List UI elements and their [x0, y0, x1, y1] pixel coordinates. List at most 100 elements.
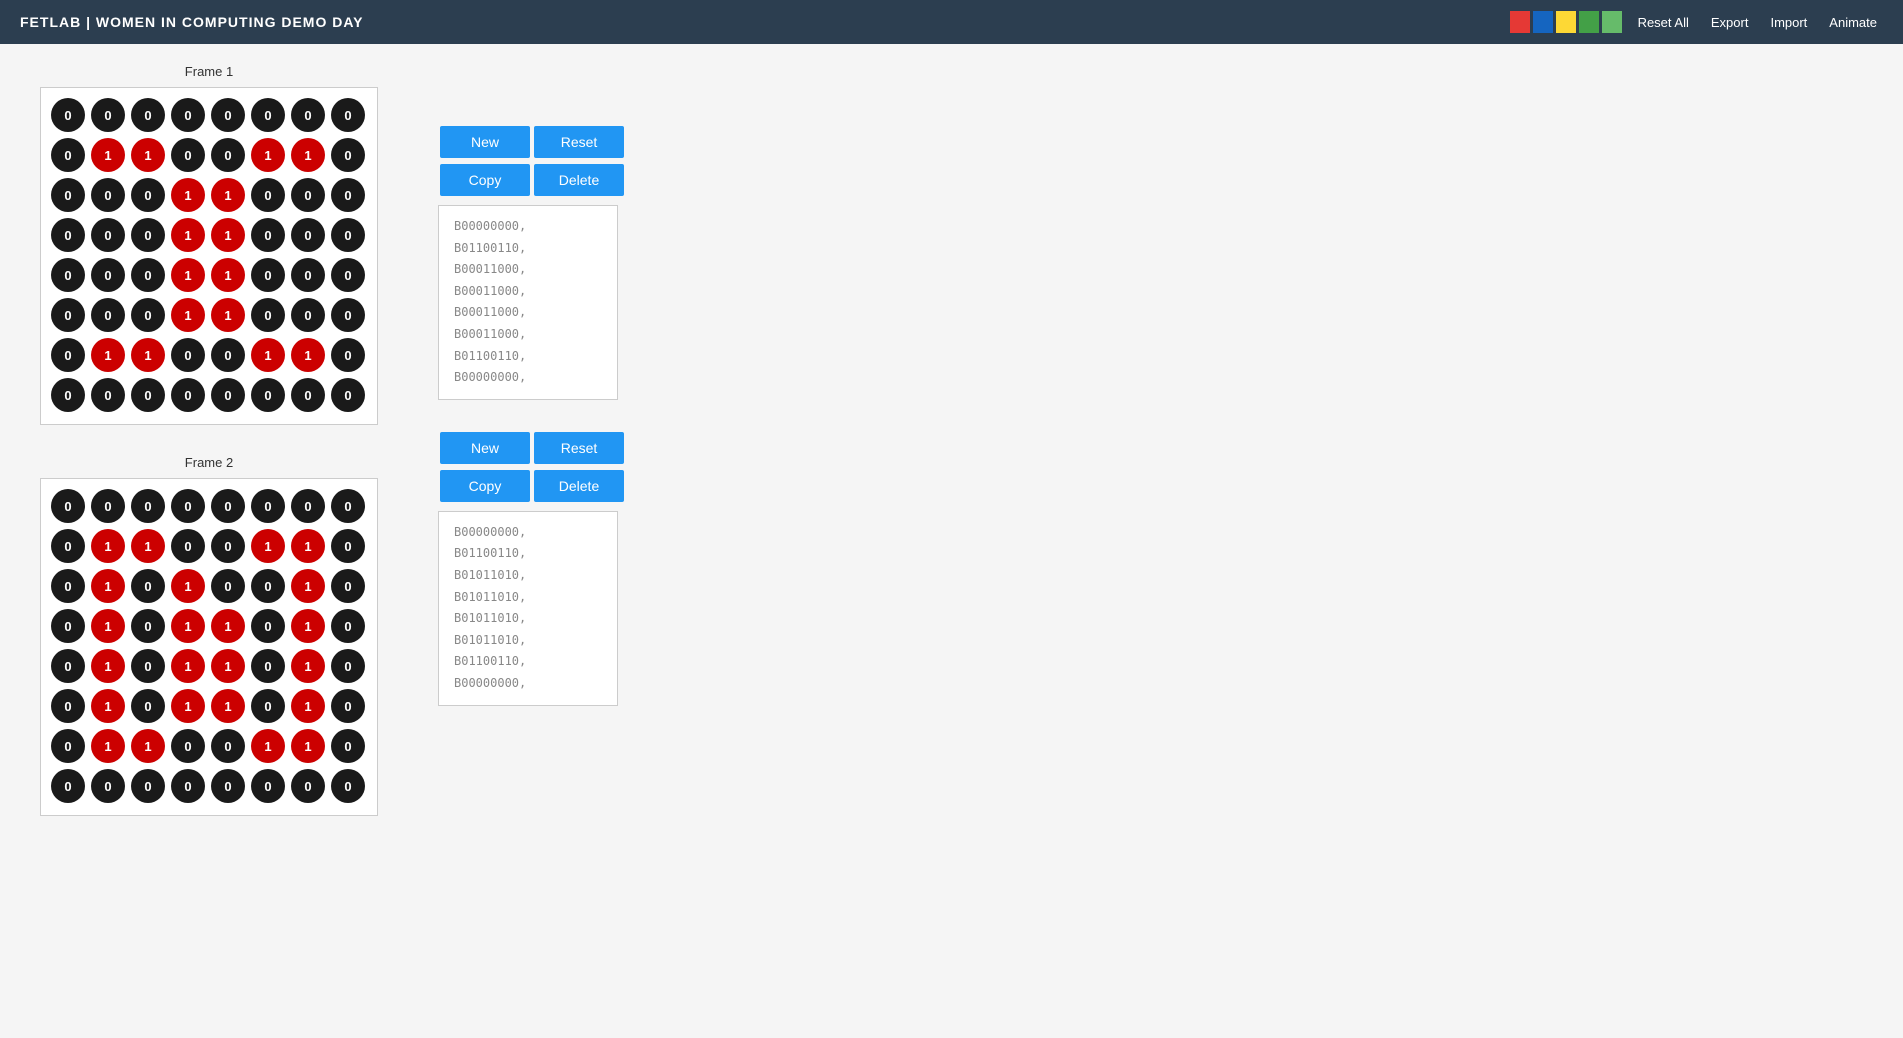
new-button-f1[interactable]: New — [440, 126, 530, 158]
dot-r4-c2-f1[interactable]: 0 — [131, 258, 165, 292]
dot-r2-c0-f2[interactable]: 0 — [51, 569, 85, 603]
dot-r5-c2-f1[interactable]: 0 — [131, 298, 165, 332]
dot-r6-c3-f1[interactable]: 0 — [171, 338, 205, 372]
dot-r5-c5-f2[interactable]: 0 — [251, 689, 285, 723]
color-indicator-1[interactable] — [1533, 11, 1553, 33]
dot-r2-c3-f1[interactable]: 1 — [171, 178, 205, 212]
copy-button-f1[interactable]: Copy — [440, 164, 530, 196]
dot-r0-c7-f1[interactable]: 0 — [331, 98, 365, 132]
dot-r0-c3-f2[interactable]: 0 — [171, 489, 205, 523]
reset-all-button[interactable]: Reset All — [1632, 13, 1695, 32]
dot-r4-c6-f2[interactable]: 1 — [291, 649, 325, 683]
dot-r5-c0-f2[interactable]: 0 — [51, 689, 85, 723]
color-indicator-0[interactable] — [1510, 11, 1530, 33]
dot-r3-c7-f1[interactable]: 0 — [331, 218, 365, 252]
dot-r3-c5-f1[interactable]: 0 — [251, 218, 285, 252]
dot-r3-c3-f1[interactable]: 1 — [171, 218, 205, 252]
dot-r3-c5-f2[interactable]: 0 — [251, 609, 285, 643]
dot-r1-c1-f1[interactable]: 1 — [91, 138, 125, 172]
dot-r2-c6-f2[interactable]: 1 — [291, 569, 325, 603]
dot-r1-c7-f1[interactable]: 0 — [331, 138, 365, 172]
dot-r2-c0-f1[interactable]: 0 — [51, 178, 85, 212]
dot-r3-c0-f2[interactable]: 0 — [51, 609, 85, 643]
dot-r2-c3-f2[interactable]: 1 — [171, 569, 205, 603]
delete-button-f2[interactable]: Delete — [534, 470, 624, 502]
dot-r4-c5-f1[interactable]: 0 — [251, 258, 285, 292]
dot-r7-c0-f1[interactable]: 0 — [51, 378, 85, 412]
dot-r2-c2-f2[interactable]: 0 — [131, 569, 165, 603]
copy-button-f2[interactable]: Copy — [440, 470, 530, 502]
dot-r5-c6-f2[interactable]: 1 — [291, 689, 325, 723]
dot-r7-c2-f2[interactable]: 0 — [131, 769, 165, 803]
dot-r7-c6-f2[interactable]: 0 — [291, 769, 325, 803]
dot-r3-c2-f2[interactable]: 0 — [131, 609, 165, 643]
dot-r0-c2-f2[interactable]: 0 — [131, 489, 165, 523]
dot-r4-c2-f2[interactable]: 0 — [131, 649, 165, 683]
dot-r6-c0-f2[interactable]: 0 — [51, 729, 85, 763]
dot-r1-c7-f2[interactable]: 0 — [331, 529, 365, 563]
animate-button[interactable]: Animate — [1823, 13, 1883, 32]
dot-r1-c0-f2[interactable]: 0 — [51, 529, 85, 563]
dot-r6-c0-f1[interactable]: 0 — [51, 338, 85, 372]
dot-r1-c3-f1[interactable]: 0 — [171, 138, 205, 172]
dot-r5-c0-f1[interactable]: 0 — [51, 298, 85, 332]
dot-r5-c7-f2[interactable]: 0 — [331, 689, 365, 723]
dot-r1-c6-f2[interactable]: 1 — [291, 529, 325, 563]
dot-r0-c5-f1[interactable]: 0 — [251, 98, 285, 132]
export-button[interactable]: Export — [1705, 13, 1755, 32]
dot-r7-c1-f1[interactable]: 0 — [91, 378, 125, 412]
dot-r4-c6-f1[interactable]: 0 — [291, 258, 325, 292]
dot-r4-c7-f1[interactable]: 0 — [331, 258, 365, 292]
dot-r6-c4-f2[interactable]: 0 — [211, 729, 245, 763]
dot-r7-c2-f1[interactable]: 0 — [131, 378, 165, 412]
delete-button-f1[interactable]: Delete — [534, 164, 624, 196]
dot-r6-c6-f1[interactable]: 1 — [291, 338, 325, 372]
dot-r3-c1-f2[interactable]: 1 — [91, 609, 125, 643]
dot-r7-c7-f1[interactable]: 0 — [331, 378, 365, 412]
dot-r0-c7-f2[interactable]: 0 — [331, 489, 365, 523]
color-indicator-4[interactable] — [1602, 11, 1622, 33]
dot-r1-c4-f2[interactable]: 0 — [211, 529, 245, 563]
dot-r5-c1-f1[interactable]: 0 — [91, 298, 125, 332]
dot-r7-c3-f1[interactable]: 0 — [171, 378, 205, 412]
dot-r5-c7-f1[interactable]: 0 — [331, 298, 365, 332]
dot-r5-c6-f1[interactable]: 0 — [291, 298, 325, 332]
dot-r4-c7-f2[interactable]: 0 — [331, 649, 365, 683]
dot-r0-c5-f2[interactable]: 0 — [251, 489, 285, 523]
dot-r2-c5-f2[interactable]: 0 — [251, 569, 285, 603]
dot-r3-c0-f1[interactable]: 0 — [51, 218, 85, 252]
dot-r5-c5-f1[interactable]: 0 — [251, 298, 285, 332]
dot-r6-c7-f2[interactable]: 0 — [331, 729, 365, 763]
dot-r7-c4-f2[interactable]: 0 — [211, 769, 245, 803]
dot-r0-c6-f2[interactable]: 0 — [291, 489, 325, 523]
dot-r1-c2-f2[interactable]: 1 — [131, 529, 165, 563]
dot-r1-c3-f2[interactable]: 0 — [171, 529, 205, 563]
dot-r7-c4-f1[interactable]: 0 — [211, 378, 245, 412]
dot-r3-c4-f1[interactable]: 1 — [211, 218, 245, 252]
dot-r0-c6-f1[interactable]: 0 — [291, 98, 325, 132]
dot-r4-c1-f1[interactable]: 0 — [91, 258, 125, 292]
dot-r7-c5-f2[interactable]: 0 — [251, 769, 285, 803]
color-indicator-2[interactable] — [1556, 11, 1576, 33]
dot-r6-c2-f2[interactable]: 1 — [131, 729, 165, 763]
dot-r0-c3-f1[interactable]: 0 — [171, 98, 205, 132]
dot-r3-c6-f2[interactable]: 1 — [291, 609, 325, 643]
dot-r2-c4-f2[interactable]: 0 — [211, 569, 245, 603]
dot-r7-c6-f1[interactable]: 0 — [291, 378, 325, 412]
dot-r7-c7-f2[interactable]: 0 — [331, 769, 365, 803]
dot-r4-c5-f2[interactable]: 0 — [251, 649, 285, 683]
dot-r4-c4-f2[interactable]: 1 — [211, 649, 245, 683]
dot-r6-c5-f1[interactable]: 1 — [251, 338, 285, 372]
dot-r1-c4-f1[interactable]: 0 — [211, 138, 245, 172]
dot-r7-c5-f1[interactable]: 0 — [251, 378, 285, 412]
dot-r3-c4-f2[interactable]: 1 — [211, 609, 245, 643]
dot-r1-c2-f1[interactable]: 1 — [131, 138, 165, 172]
dot-r5-c3-f1[interactable]: 1 — [171, 298, 205, 332]
import-button[interactable]: Import — [1764, 13, 1813, 32]
dot-r6-c7-f1[interactable]: 0 — [331, 338, 365, 372]
dot-r0-c0-f1[interactable]: 0 — [51, 98, 85, 132]
dot-r2-c7-f1[interactable]: 0 — [331, 178, 365, 212]
dot-r2-c1-f2[interactable]: 1 — [91, 569, 125, 603]
dot-r2-c6-f1[interactable]: 0 — [291, 178, 325, 212]
dot-r4-c0-f1[interactable]: 0 — [51, 258, 85, 292]
